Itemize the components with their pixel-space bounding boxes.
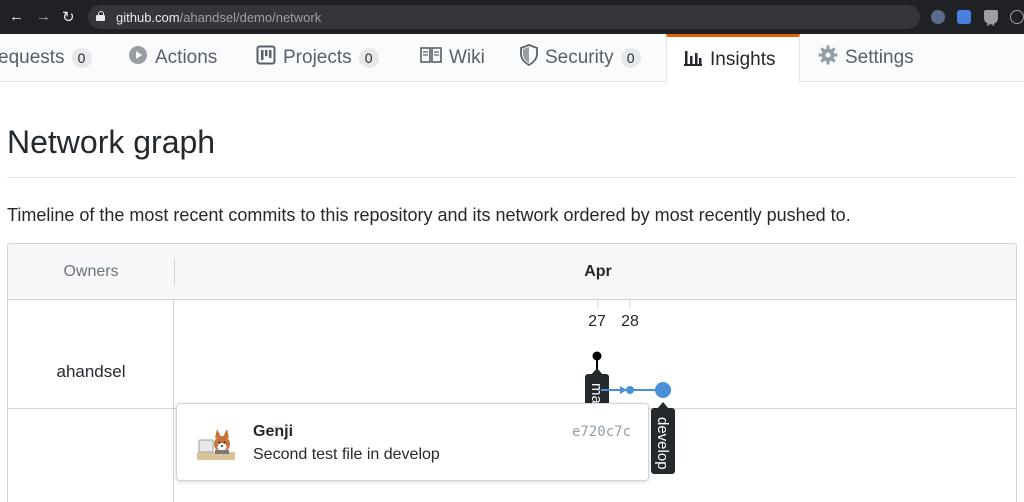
develop-arrow-icon: [620, 386, 627, 394]
master-commit-dot[interactable]: [592, 351, 602, 361]
day-label-27: 27: [588, 313, 606, 330]
tab-pull-requests[interactable]: equests 0: [0, 34, 92, 82]
project-icon: [256, 45, 276, 71]
graph-icon: [683, 47, 703, 73]
translate-extension-icon[interactable]: [957, 10, 971, 24]
back-icon[interactable]: ←: [9, 8, 24, 25]
lock-icon[interactable]: [96, 11, 105, 21]
tab-label: Security: [545, 47, 614, 68]
commit-tooltip: Genji e720c7c Second test file in develo…: [176, 403, 649, 481]
tab-insights[interactable]: Insights: [666, 34, 800, 83]
tab-counter: 0: [358, 48, 379, 68]
tab-label: Projects: [283, 47, 352, 68]
day-label-28: 28: [621, 313, 639, 330]
url-text: github.com/ahandsel/demo/network: [116, 10, 321, 25]
extension-icon-1[interactable]: [931, 10, 945, 24]
develop-label-text: develop: [654, 417, 671, 470]
info-extension-icon[interactable]: [1010, 10, 1024, 24]
commit-sha[interactable]: e720c7c: [572, 424, 631, 440]
forward-icon[interactable]: →: [36, 8, 51, 25]
tab-label: equests: [0, 47, 65, 68]
page-description: Timeline of the most recent commits to t…: [7, 205, 851, 225]
develop-branch-label[interactable]: develop: [651, 402, 675, 474]
tab-actions[interactable]: Actions: [128, 34, 217, 82]
page-title: Network graph: [7, 124, 216, 160]
shield-extension-icon[interactable]: [984, 10, 998, 24]
avatar: [195, 426, 237, 462]
develop-commit-dot-2[interactable]: [655, 382, 671, 398]
master-label-text: ma: [588, 383, 605, 404]
commit-author: Genji: [253, 423, 294, 440]
tab-label: Actions: [155, 47, 218, 68]
tab-label: Insights: [710, 49, 776, 70]
tab-wiki[interactable]: Wiki: [420, 34, 485, 82]
book-icon: [420, 46, 442, 70]
tab-projects[interactable]: Projects 0: [256, 34, 379, 82]
commit-message: Second test file in develop: [253, 446, 440, 463]
reload-icon[interactable]: ↻: [62, 8, 75, 26]
address-bar[interactable]: github.com/ahandsel/demo/network ☆: [88, 5, 997, 30]
repo-nav-tabs: equests 0 Actions Projects 0 Wiki Securi…: [0, 34, 1024, 83]
tab-settings[interactable]: Settings: [818, 34, 914, 82]
gear-icon: [818, 45, 838, 71]
url-path: /ahandsel/demo/network: [179, 10, 322, 25]
browser-toolbar: ← → ↻ github.com/ahandsel/demo/network ☆: [0, 0, 1024, 34]
tab-label: Settings: [845, 47, 914, 68]
tab-counter: 0: [620, 48, 641, 68]
title-divider: [7, 177, 1017, 178]
shield-icon: [520, 44, 538, 72]
develop-commit-dot-1[interactable]: [626, 386, 634, 394]
tab-label: Wiki: [449, 47, 485, 68]
tab-security[interactable]: Security 0: [520, 34, 641, 82]
play-icon: [128, 45, 148, 71]
tab-counter: 0: [71, 48, 92, 68]
url-host: github.com: [116, 10, 180, 25]
